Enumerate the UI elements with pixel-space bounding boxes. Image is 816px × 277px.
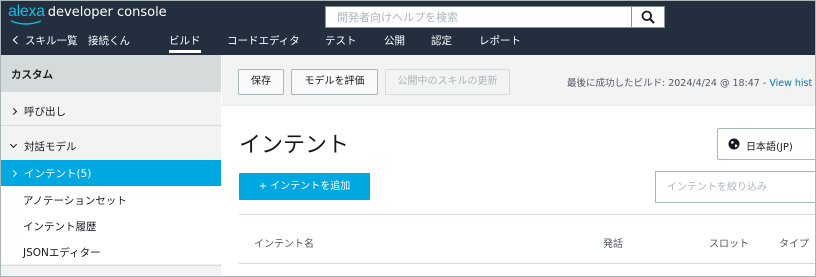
column-header-slots[interactable]: スロット — [709, 235, 749, 250]
table-divider — [239, 263, 815, 264]
sidebar-item-label: インテント(5) — [24, 168, 92, 180]
nav-back-label: スキル一覧 — [25, 35, 78, 47]
filter-input[interactable] — [656, 172, 815, 202]
tab-skill-name[interactable]: 接続くん — [88, 33, 130, 53]
help-search-field[interactable] — [325, 6, 631, 28]
language-select[interactable]: 日本語(JP) — [717, 128, 815, 160]
evaluate-model-button[interactable]: モデルを評価 — [291, 69, 378, 95]
logo-smile-icon — [10, 20, 42, 25]
view-history-link[interactable]: View hist — [769, 78, 812, 89]
sidebar-item-label: 対話モデル — [24, 141, 77, 153]
logo-product: developer console — [47, 5, 167, 20]
chevron-right-icon — [9, 107, 18, 116]
update-live-skill-button[interactable]: 公開中のスキルの更新 — [385, 69, 510, 95]
sidebar-item-intent-history[interactable]: インテント履歴 — [1, 212, 221, 238]
tab-certification[interactable]: 認定 — [431, 33, 452, 53]
chevron-left-icon — [12, 35, 22, 45]
add-intent-button[interactable]: + インテントを追加 — [239, 173, 370, 200]
chevron-right-icon — [9, 169, 18, 178]
last-build-text: 最後に成功したビルド: 2024/4/24 @ 18:47 - — [567, 78, 770, 89]
tab-test[interactable]: テスト — [325, 33, 357, 53]
sidebar-item-json-editor[interactable]: JSONエディター — [1, 238, 221, 264]
top-nav: スキル一覧 接続くん ビルド コードエディタ テスト 公開 認定 レポート — [1, 31, 815, 55]
column-header-intent-name[interactable]: インテント名 — [254, 235, 314, 250]
search-input[interactable] — [326, 7, 631, 27]
nav-back-to-skills[interactable]: スキル一覧 — [12, 33, 78, 53]
action-toolbar: 保存 モデルを評価 公開中のスキルの更新 最後に成功したビルド: 2024/4/… — [222, 55, 815, 106]
table-divider — [239, 214, 815, 215]
page-title: インテント — [239, 133, 350, 158]
globe-icon — [728, 138, 740, 150]
tab-distribution[interactable]: 公開 — [384, 33, 405, 53]
sidebar-heading: カスタム — [1, 55, 220, 92]
column-header-utterances[interactable]: 発話 — [603, 235, 623, 250]
tab-build[interactable]: ビルド — [169, 33, 201, 53]
sidebar-item-invocation[interactable]: 呼び出し — [1, 92, 221, 126]
sidebar-item-label: 呼び出し — [24, 106, 66, 118]
last-build-status: 最後に成功したビルド: 2024/4/24 @ 18:47 - View his… — [567, 75, 812, 89]
logo-brand: alexa — [8, 3, 45, 20]
language-value: 日本語(JP) — [746, 142, 793, 153]
sidebar-item-annotation-sets[interactable]: アノテーションセット — [1, 186, 221, 212]
intent-filter-field[interactable] — [655, 171, 815, 203]
save-button[interactable]: 保存 — [238, 69, 284, 95]
search-button[interactable] — [631, 6, 665, 28]
chevron-down-icon — [9, 140, 18, 149]
console-window: alexadeveloper console スキル一覧 接続くん ビルド コー… — [0, 0, 816, 277]
alexa-logo[interactable]: alexa developer console — [8, 3, 167, 25]
sidebar-next-section — [1, 265, 221, 276]
sidebar-item-interaction-model[interactable]: 対話モデル — [1, 127, 221, 161]
sidebar-item-intents[interactable]: インテント(5) — [1, 160, 221, 186]
top-header: alexadeveloper console スキル一覧 接続くん ビルド コー… — [1, 1, 815, 55]
tab-reports[interactable]: レポート — [479, 33, 521, 53]
search-icon — [641, 10, 655, 24]
build-sidebar: カスタム 呼び出し 対話モデル インテント(5) アノテーションセット インテン… — [1, 55, 221, 276]
tab-code-editor[interactable]: コードエディタ — [227, 33, 300, 53]
column-header-type[interactable]: タイプ — [779, 235, 809, 250]
